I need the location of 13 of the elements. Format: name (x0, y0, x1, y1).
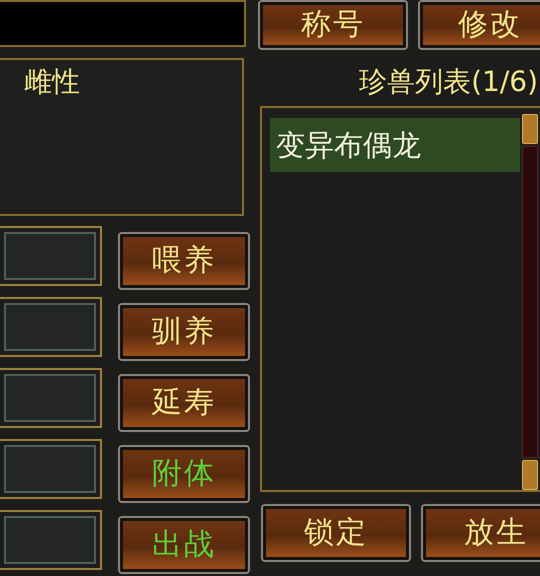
list-title: 珍兽列表(1/6) (359, 68, 538, 96)
game-button[interactable]: 延寿 (120, 376, 248, 430)
game-button[interactable]: 锁定 (263, 506, 409, 560)
gender-label: 雌性 (24, 65, 80, 98)
name-field[interactable] (0, 0, 246, 47)
game-button[interactable]: 称号 (260, 2, 406, 48)
game-button[interactable]: 修改 (420, 2, 540, 48)
game-button[interactable]: 喂养 (120, 234, 248, 288)
game-button[interactable]: 出战 (120, 518, 248, 572)
pet-list-item[interactable]: 变异布偶龙 (270, 118, 520, 172)
game-button[interactable]: 附体 (120, 447, 248, 501)
game-button[interactable]: 放生 (423, 506, 540, 560)
game-button[interactable]: 驯养 (120, 305, 248, 359)
